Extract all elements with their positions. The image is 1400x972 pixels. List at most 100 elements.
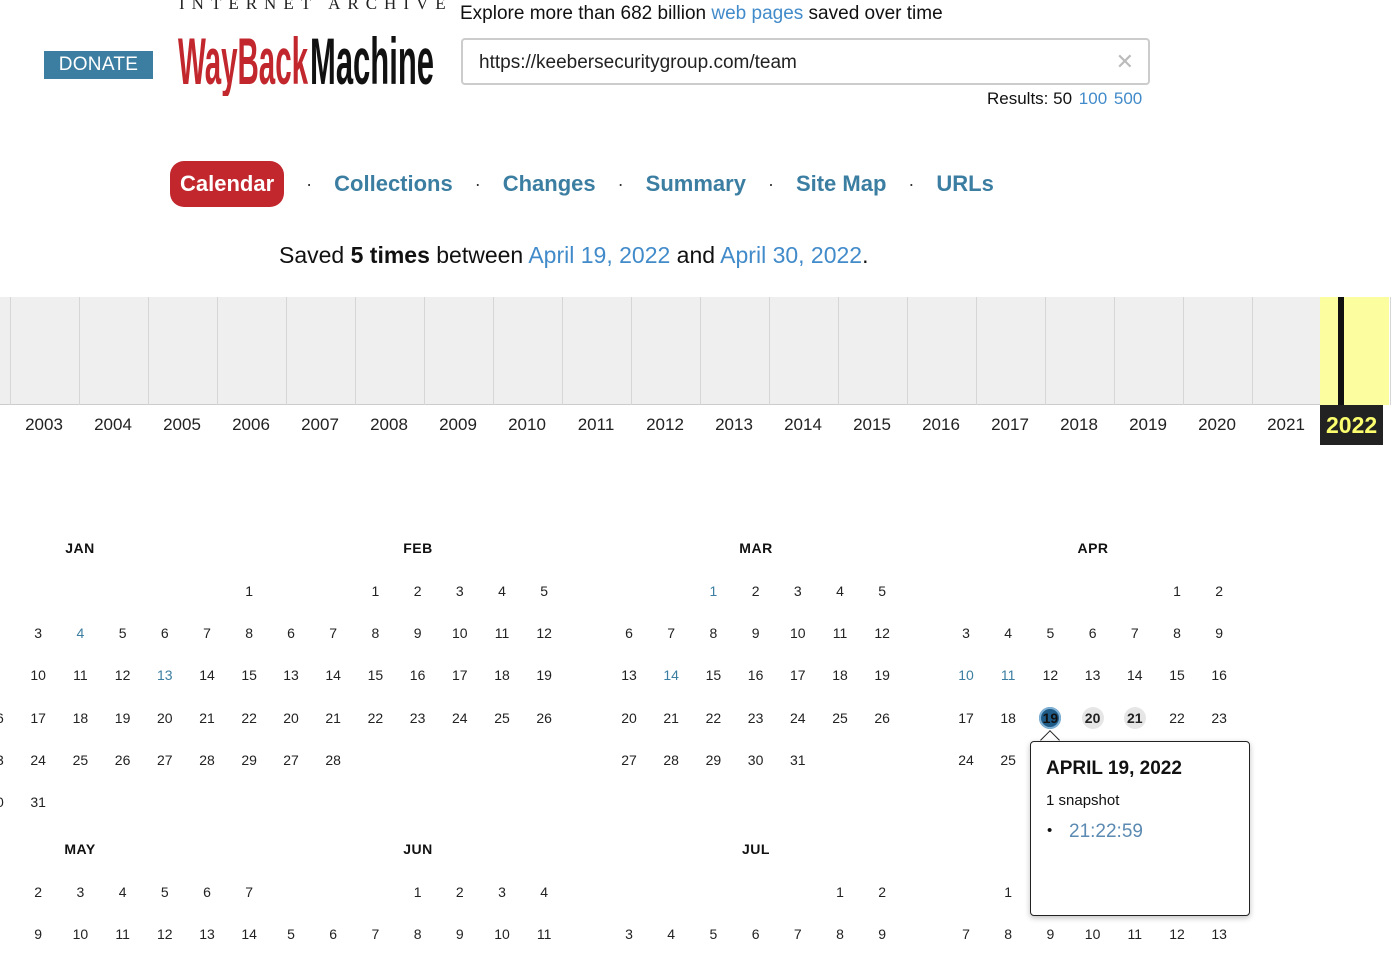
calendar-day: 12: [874, 625, 890, 642]
calendar-day: 25: [1000, 751, 1016, 768]
year-label[interactable]: 2020: [1198, 415, 1236, 435]
snapshot-day[interactable]: 20: [1081, 706, 1104, 729]
year-label[interactable]: 2009: [439, 415, 477, 435]
calendar-day: 19: [536, 667, 552, 684]
calendar-day: 6: [625, 625, 633, 642]
year-label[interactable]: 2015: [853, 415, 891, 435]
calendar-day: 25: [72, 751, 89, 768]
calendar-day: 18: [1000, 709, 1016, 726]
year-label[interactable]: 2019: [1129, 415, 1167, 435]
year-label[interactable]: 2012: [646, 415, 684, 435]
close-icon[interactable]: ✕: [1116, 49, 1134, 75]
year-label[interactable]: 2017: [991, 415, 1029, 435]
snapshot-day[interactable]: 21: [1123, 706, 1146, 729]
month-name-apr: APR: [1077, 540, 1109, 556]
calendar-day: 26: [114, 751, 131, 768]
tab-separator: ·: [908, 173, 915, 194]
popup-bullet: •: [1047, 822, 1053, 839]
calendar-day: 13: [621, 667, 637, 684]
calendar-day: 6: [751, 926, 760, 943]
year-label[interactable]: 2016: [922, 415, 960, 435]
year-label[interactable]: 2007: [301, 415, 339, 435]
calendar-day: 7: [203, 625, 211, 642]
tab-urls[interactable]: URLs: [936, 171, 993, 197]
calendar-day: 6: [287, 625, 295, 642]
results-500-link[interactable]: 500: [1114, 89, 1142, 108]
calendar-day: 7: [245, 884, 254, 900]
tab-site-map[interactable]: Site Map: [796, 171, 886, 197]
calendar-day: 30: [0, 794, 4, 810]
capture-sparkline[interactable]: [0, 297, 1391, 405]
tab-calendar[interactable]: Calendar: [170, 161, 285, 207]
capture-bar: [1338, 297, 1344, 405]
calendar-day: 26: [874, 709, 890, 726]
donate-button[interactable]: DONATE: [44, 51, 153, 79]
year-gridline: [631, 297, 632, 405]
year-label[interactable]: 2011: [578, 415, 615, 435]
web-pages-link[interactable]: web pages: [711, 3, 803, 24]
calendar-day: 15: [1169, 667, 1185, 684]
calendar-day: 14: [663, 667, 679, 684]
calendar-day: 2: [34, 884, 43, 900]
calendar-day: 5: [709, 926, 718, 943]
year-gridline: [562, 297, 563, 405]
wayback-machine-logo[interactable]: WayBack Machine: [176, 22, 438, 96]
calendar-day: 30: [747, 751, 764, 768]
calendar-day: 22: [367, 709, 384, 726]
calendar-day: 9: [413, 625, 422, 642]
year-label[interactable]: 2013: [715, 415, 753, 435]
calendar-day: 9: [34, 926, 43, 943]
calendar-day: 12: [114, 667, 131, 684]
results-100-link[interactable]: 100: [1079, 89, 1107, 108]
calendar-day: 9: [455, 926, 464, 943]
calendar-day: 4: [76, 625, 85, 642]
year-label[interactable]: 2003: [25, 415, 63, 435]
year-label[interactable]: 2021: [1267, 415, 1305, 435]
tab-collections[interactable]: Collections: [334, 171, 453, 197]
calendar-day: 11: [115, 926, 130, 943]
calendar-day: 8: [836, 926, 844, 943]
tab-changes[interactable]: Changes: [503, 171, 596, 197]
year-label[interactable]: 2006: [232, 415, 270, 435]
calendar-day: 11: [1000, 667, 1016, 684]
calendar-day: 17: [452, 667, 468, 684]
calendar-day: 4: [836, 583, 844, 599]
year-label[interactable]: 2004: [94, 415, 132, 435]
month-name-feb: FEB: [403, 540, 433, 556]
url-input[interactable]: [479, 50, 1099, 76]
calendar-day: 28: [199, 751, 215, 768]
year-label[interactable]: 2010: [508, 415, 546, 435]
snapshot-day[interactable]: 19: [1039, 706, 1062, 729]
calendar-day: 2: [413, 583, 422, 599]
calendar-day: 14: [1127, 667, 1143, 684]
month-name-jun: JUN: [403, 841, 433, 857]
calendar-day: 31: [30, 794, 46, 810]
tab-summary[interactable]: Summary: [646, 171, 746, 197]
tab-separator: ·: [306, 173, 313, 194]
saved-between: between: [429, 242, 529, 268]
year-label-current[interactable]: 2022: [1320, 405, 1384, 445]
calendar-day: 8: [709, 625, 718, 642]
snapshot-time-link[interactable]: 21:22:59: [1069, 821, 1143, 843]
year-gridline: [1045, 297, 1046, 405]
year-label[interactable]: 2008: [370, 415, 408, 435]
year-label[interactable]: 2018: [1060, 415, 1098, 435]
last-capture-link[interactable]: April 30, 2022: [720, 242, 862, 268]
year-label[interactable]: 2005: [163, 415, 201, 435]
calendar-day: 11: [1127, 926, 1143, 943]
calendar-day: 4: [118, 884, 127, 900]
calendar-day: 13: [199, 926, 215, 943]
view-tabs: Calendar · Collections · Changes · Summa…: [170, 161, 994, 207]
first-capture-link[interactable]: April 19, 2022: [528, 242, 670, 268]
calendar-day: 10: [1084, 926, 1101, 943]
calendar-day: 10: [72, 926, 89, 943]
calendar-day: 1: [1004, 884, 1013, 900]
calendar-day: 7: [329, 625, 338, 642]
calendar-day: 5: [160, 884, 169, 900]
tab-separator: ·: [474, 173, 481, 194]
month-name-may: MAY: [64, 841, 96, 857]
calendar-day: 5: [287, 926, 295, 943]
calendar-day: 10: [452, 625, 468, 642]
year-label[interactable]: 2014: [784, 415, 822, 435]
calendar-day: 18: [72, 709, 89, 726]
